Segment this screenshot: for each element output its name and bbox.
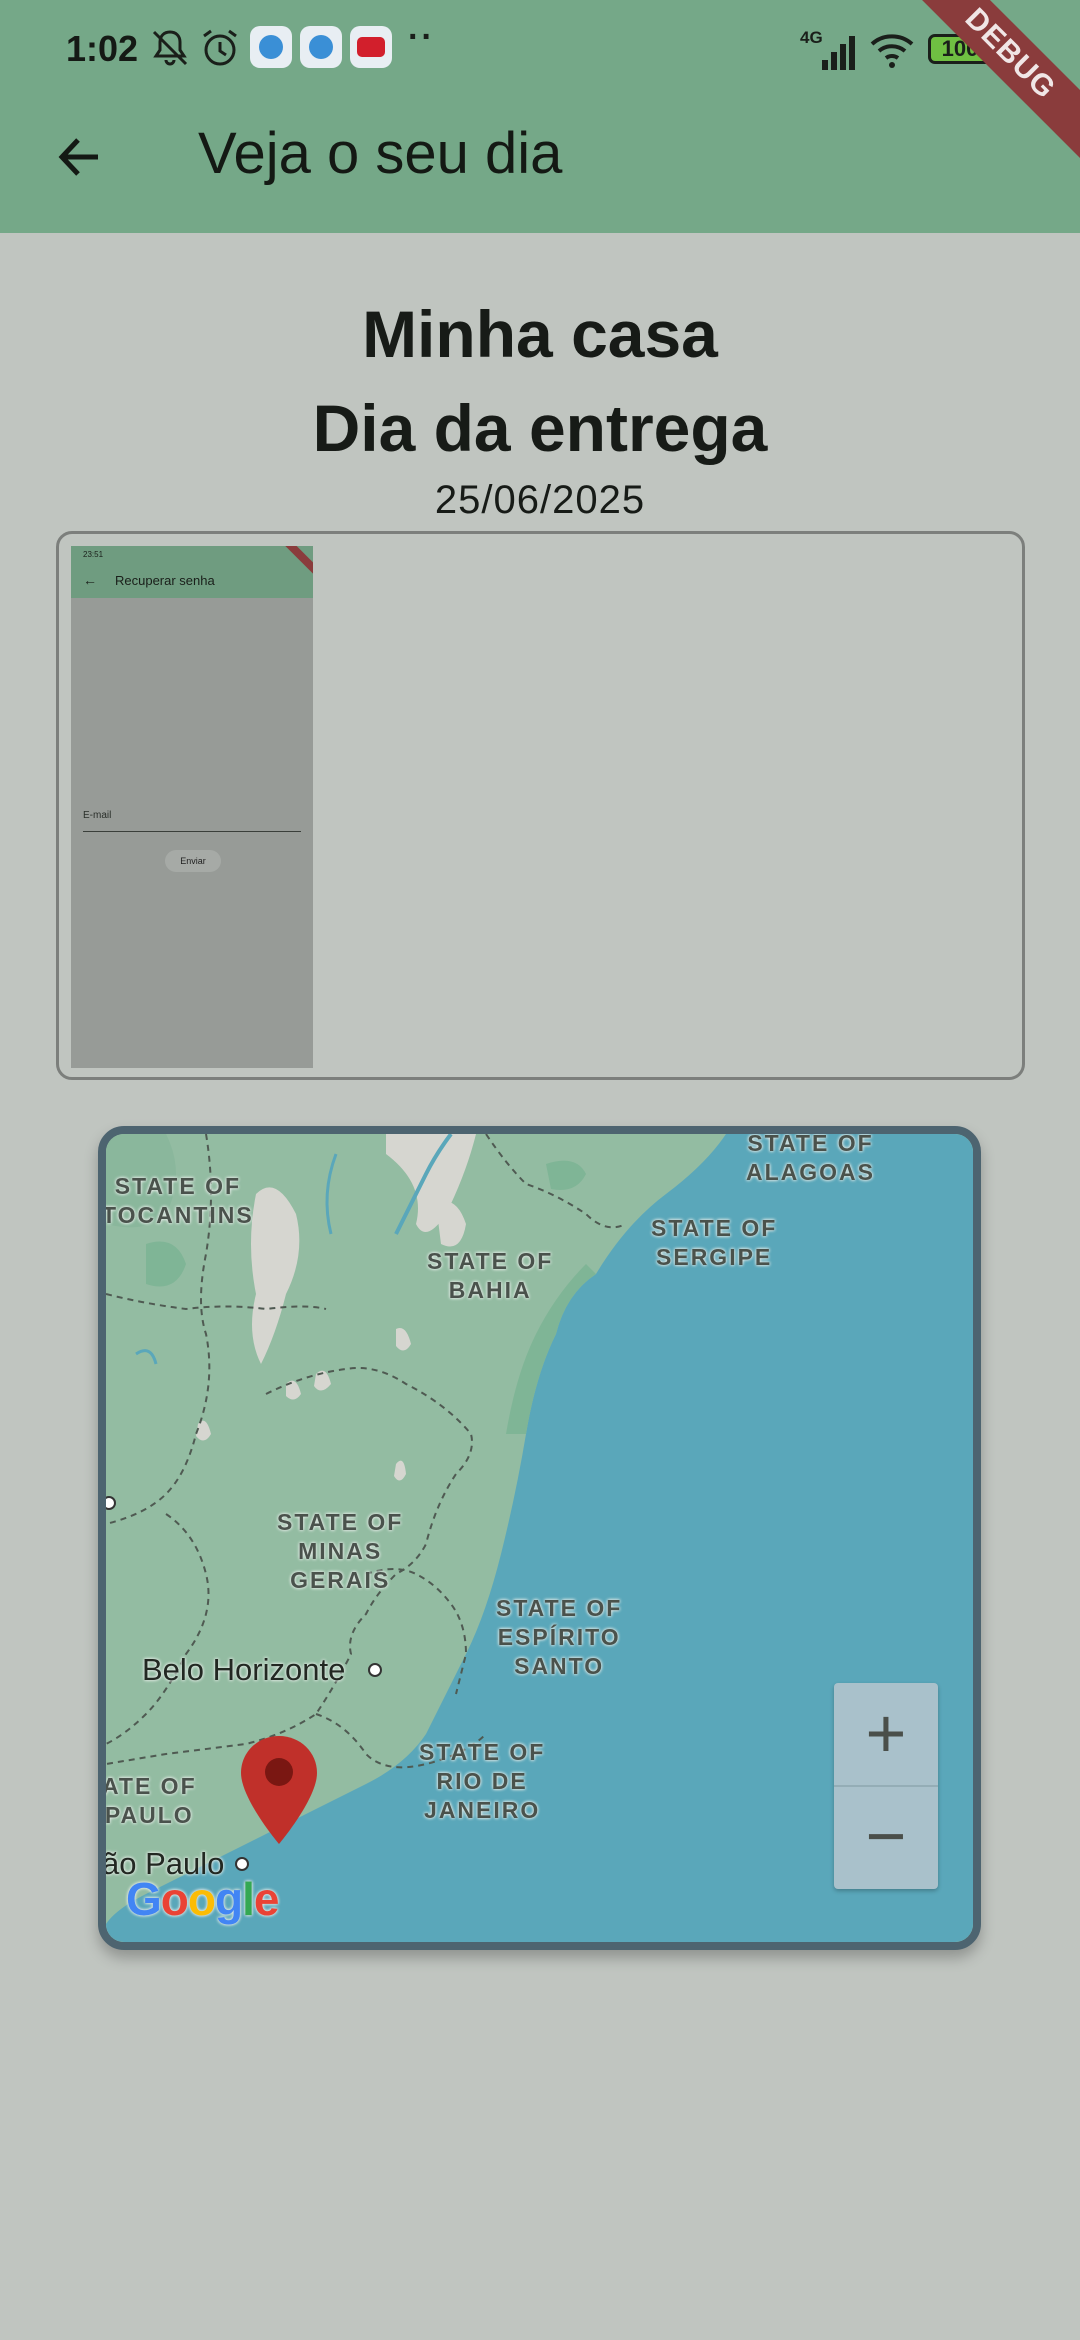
arrow-back-icon <box>58 138 98 176</box>
wifi-icon <box>870 34 914 68</box>
mute-icon <box>152 30 188 66</box>
delivery-date: 25/06/2025 <box>434 478 646 522</box>
city-belo-horizonte: Belo Horizonte <box>142 1652 346 1687</box>
city-dot-icon <box>368 1663 382 1677</box>
map-label-bahia: STATE OF BAHIA <box>427 1248 554 1303</box>
city-dot-icon <box>106 1496 116 1510</box>
thumb-title: Recuperar senha <box>115 573 215 588</box>
photo-panel: 23:51 ← Recuperar senha E-mail Enviar <box>56 531 1025 1080</box>
map-view[interactable]: STATE OF TOCANTINS STATE OF BAHIA STATE OF… <box>98 1126 981 1950</box>
edge-icon <box>250 26 292 68</box>
thumb-debug-ribbon <box>276 546 313 581</box>
signal-icon <box>822 36 855 70</box>
status-bar: 1:02 ·· 4G 100 <box>0 0 1080 100</box>
status-time: 1:02 <box>66 28 139 69</box>
map-label-sao-paulo-state: ATE OF PAULO <box>102 1773 197 1828</box>
app-header: 1:02 ·· 4G 100 DEBUG Veja o seu dia <box>0 0 1080 233</box>
back-button[interactable] <box>44 122 114 192</box>
more-dots-icon: ·· <box>408 18 435 56</box>
map-label-tocantins: STATE OF TOCANTINS <box>102 1173 254 1228</box>
location-marker-icon[interactable] <box>238 1734 320 1846</box>
page-title: Veja o seu dia <box>198 121 563 186</box>
city-dot-icon <box>235 1857 249 1871</box>
house-name: Minha casa <box>362 297 718 371</box>
thumb-status-time: 23:51 <box>83 550 104 559</box>
thumb-email-label: E-mail <box>83 810 112 821</box>
alarm-icon <box>203 29 237 66</box>
edge-icon <box>300 26 342 68</box>
map-label-sergipe: STATE OF SERGIPE <box>651 1215 778 1270</box>
zoom-in-button[interactable]: + <box>834 1683 938 1786</box>
map-label-alagoas: STATE OF ALAGOAS <box>746 1130 875 1185</box>
map-label-rio-de-janeiro: STATE OF RIO DE JANEIRO <box>419 1739 546 1823</box>
thumb-back-icon: ← <box>83 572 97 588</box>
zoom-out-button[interactable]: − <box>834 1786 938 1889</box>
map-label-espirito-santo: STATE OF ESPÍRITO SANTO <box>496 1595 623 1679</box>
google-logo: Google <box>126 1873 279 1925</box>
thumb-send-button: Enviar <box>165 850 221 872</box>
thumb-email-underline <box>83 831 301 832</box>
thumb-app-bar: 23:51 ← Recuperar senha <box>71 546 313 598</box>
zoom-controls: + − <box>834 1683 938 1889</box>
delivery-day-title: Dia da entrega <box>312 391 768 465</box>
photo-thumbnail[interactable]: 23:51 ← Recuperar senha E-mail Enviar <box>71 546 313 1068</box>
youtube-icon <box>350 26 392 68</box>
map-label-minas-gerais: STATE OF MINAS GERAIS <box>277 1509 404 1593</box>
